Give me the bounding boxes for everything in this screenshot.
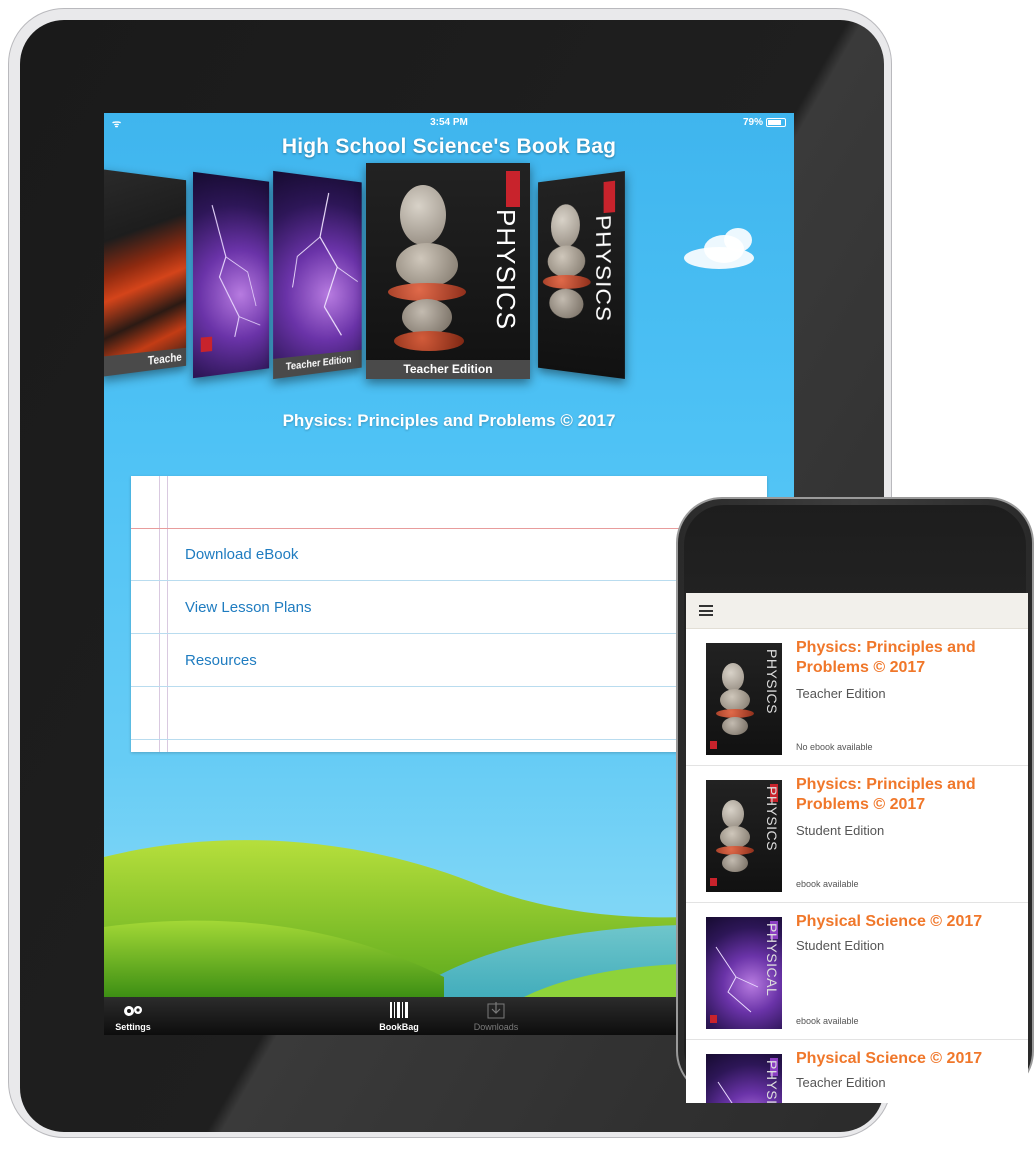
menu-item-label: View Lesson Plans [185,599,312,616]
lightning-art [715,946,759,1013]
lightning-art [717,1081,733,1103]
book-thumbnail: PHYSICS [706,643,782,755]
list-item[interactable]: PHYSICS Physics: Principles and Problems… [686,630,1028,766]
tab-label: Downloads [473,1022,519,1032]
book-title: Physics: Principles and Problems © 2017 [796,639,976,676]
phone-device: PHYSICS Physics: Principles and Problems… [676,497,1034,1103]
cover-title: PHYSICS [764,786,780,851]
balanced-stone [722,800,744,828]
battery-icon [766,118,786,127]
balanced-stone [720,826,750,848]
balanced-stone [547,244,586,278]
book-title: Physics: Principles and Problems © 2017 [796,776,976,813]
book-edition: Teacher Edition [796,686,886,701]
book-title: Physical Science © 2017 [796,1050,983,1067]
carousel-book-selected[interactable]: PHYSICS Teacher Edition [366,163,530,379]
gears-icon [124,1006,142,1016]
publisher-tab [603,180,616,214]
app-title: High School Science's Book Bag [281,135,617,158]
battery-percent: 79% [742,117,763,128]
balanced-stone [550,202,580,249]
balanced-stone [402,299,452,335]
book-title: Physical Science © 2017 [796,913,983,930]
publisher-logo [710,741,717,749]
publisher-logo [710,1015,717,1023]
cover-title: PHYSICS [764,649,780,714]
list-item[interactable]: PHYSICAL Physical Science © 2017 Teacher… [686,1041,1028,1103]
selected-book-title: Physics: Principles and Problems © 2017 [282,411,616,430]
book-carousel[interactable]: Teache Teacher Edition PHYSICS Teacher E… [104,163,794,383]
balanced-stone [722,717,748,735]
menu-item-label: Download eBook [185,546,299,563]
carousel-book[interactable] [193,171,270,379]
balanced-stone [549,288,584,320]
book-actions-menu: Download eBook View Lesson Plans Resourc… [131,476,767,752]
book-edition: Student Edition [796,938,885,953]
balanced-stone [720,689,750,711]
tab-label: Settings [115,1022,151,1032]
balanced-stone [396,243,458,287]
tab-settings[interactable]: Settings [110,997,156,1035]
book-edition: Student Edition [796,823,885,838]
ebook-status: ebook available [796,1016,859,1026]
view-lesson-plans-item[interactable]: View Lesson Plans [131,582,767,634]
download-ebook-item[interactable]: Download eBook [131,529,767,581]
ebook-status: ebook available [796,879,859,889]
phone-screen: PHYSICS Physics: Principles and Problems… [686,593,1028,1103]
list-item[interactable]: PHYSICS Physics: Principles and Problems… [686,767,1028,903]
hamburger-icon[interactable] [699,605,713,616]
carousel-book[interactable]: Teache [104,169,187,377]
battery-indicator: 79% [743,117,786,128]
carousel-book[interactable]: PHYSICS [538,171,625,379]
lightning-art [273,182,362,352]
menu-item-label: Resources [185,652,257,669]
ebook-status: No ebook available [796,742,873,752]
book-edition: Teacher Edition [796,1075,886,1090]
download-icon [487,1002,505,1019]
carousel-book[interactable]: Teacher Edition [273,170,362,380]
cover-title: PHYSICS [491,209,521,331]
publisher-logo [710,878,717,886]
balanced-stone [542,275,591,290]
balanced-stone [394,331,464,351]
book-thumbnail: PHYSICAL [706,917,782,1029]
empty-row [131,688,767,740]
list-item[interactable]: PHYSICAL Physical Science © 2017 Student… [686,904,1028,1040]
lightning-art [193,193,269,362]
book-edition-label: Teacher Edition [366,360,530,379]
tab-bookbag[interactable]: BookBag [374,997,424,1035]
tab-downloads[interactable]: Downloads [468,997,524,1035]
barcode-icon [390,1002,408,1018]
status-bar: ᯤ 3:54 PM 79% [104,113,794,131]
phone-header [686,593,1028,629]
book-thumbnail: PHYSICS [706,780,782,892]
cover-title: PHYSICS [591,214,616,323]
tab-label: BookBag [379,1022,419,1032]
publisher-tab [506,171,520,207]
book-thumbnail: PHYSICAL [706,1054,782,1103]
status-time: 3:54 PM [430,117,468,128]
book-edition-label: Teacher Edition [273,349,362,380]
balanced-stone [722,663,744,691]
balanced-stone [722,854,748,872]
book-edition-label: Teache [104,347,187,377]
balanced-stone [400,185,446,245]
resources-item[interactable]: Resources [131,635,767,687]
